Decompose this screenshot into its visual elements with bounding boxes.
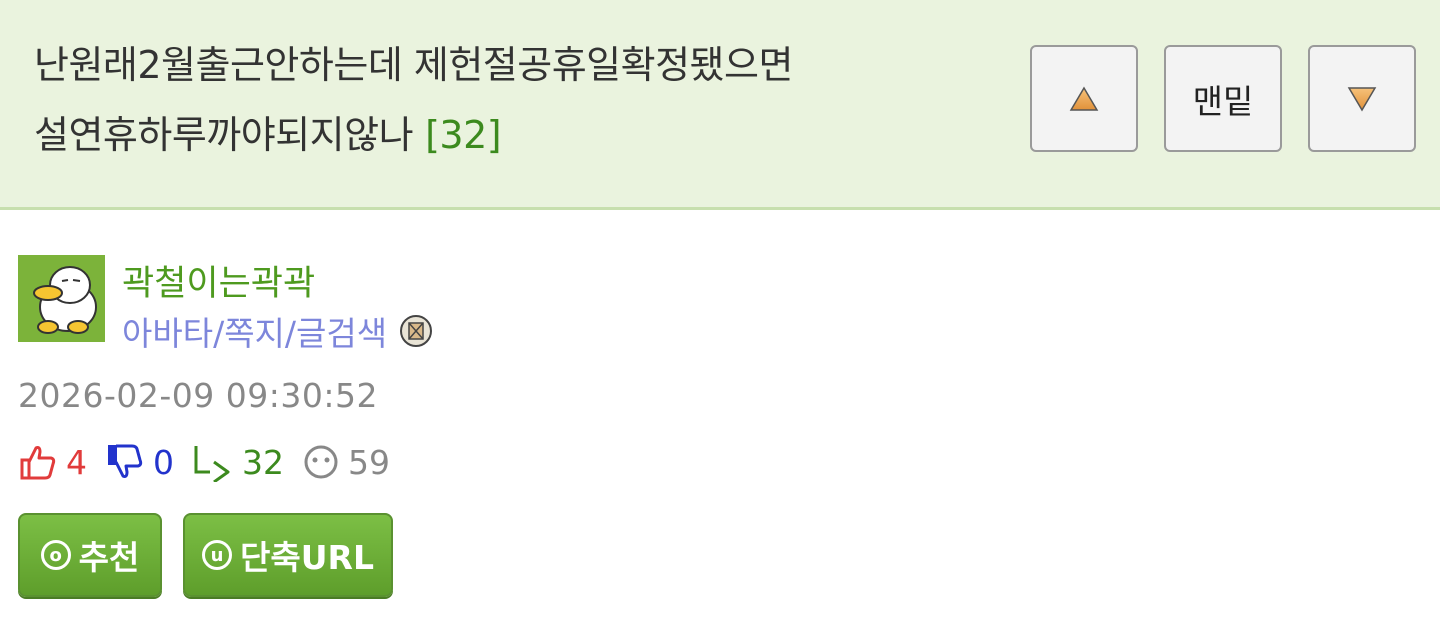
thumbs-down-icon xyxy=(108,444,143,478)
triangle-down-icon xyxy=(1347,86,1377,111)
view-count: 59 xyxy=(348,442,390,482)
like-count: 4 xyxy=(66,442,87,482)
author-links-text[interactable]: 아바타/쪽지/글검색 xyxy=(122,307,387,355)
author-nickname[interactable]: 곽철이는곽곽 xyxy=(122,255,315,306)
dislike-count: 0 xyxy=(153,442,174,482)
recommend-button[interactable]: o 추천 xyxy=(18,513,162,597)
post-title-line2-text: 설연휴하루까야되지않나 xyxy=(34,113,414,157)
scroll-down-button[interactable] xyxy=(1308,45,1416,152)
view-stat: 59 xyxy=(302,443,390,482)
level-badge-icon xyxy=(400,315,433,347)
comment-count[interactable]: [32] xyxy=(425,113,502,157)
author-links: 아바타/쪽지/글검색 xyxy=(122,307,433,355)
thumbs-up-icon xyxy=(20,446,56,480)
post-title-line2: 설연휴하루까야되지않나 [32] xyxy=(34,100,994,170)
scroll-bottom-button[interactable]: 맨밑 xyxy=(1164,45,1282,152)
post-stats: 4 0 32 59 xyxy=(18,440,408,484)
short-url-icon: u xyxy=(202,540,233,570)
duck-avatar-icon xyxy=(18,255,105,342)
post-date: 2026-02-09 09:30:52 xyxy=(18,376,378,415)
scroll-up-button[interactable] xyxy=(1030,45,1138,152)
post-title: 난원래2월출근안하는데 제헌절공휴일확정됐으면 설연휴하루까야되지않나 [32] xyxy=(34,30,994,170)
reply-stat: 32 xyxy=(192,442,284,482)
recommend-label: 추천 xyxy=(78,538,140,577)
like-stat: 4 xyxy=(18,442,87,482)
author-avatar[interactable] xyxy=(18,255,105,342)
post-title-line1: 난원래2월출근안하는데 제헌절공휴일확정됐으면 xyxy=(34,43,793,87)
post-header: 난원래2월출근안하는데 제헌절공휴일확정됐으면 설연휴하루까야되지않나 [32] … xyxy=(0,0,1440,210)
eyes-face-icon xyxy=(304,445,338,479)
dislike-stat: 0 xyxy=(105,442,174,482)
short-url-button[interactable]: u 단축URL xyxy=(183,513,393,597)
short-url-label: 단축URL xyxy=(240,538,374,577)
recommend-icon: o xyxy=(40,540,71,570)
reply-arrow-icon xyxy=(194,446,230,482)
triangle-up-icon xyxy=(1069,86,1099,111)
reply-count: 32 xyxy=(242,442,284,482)
